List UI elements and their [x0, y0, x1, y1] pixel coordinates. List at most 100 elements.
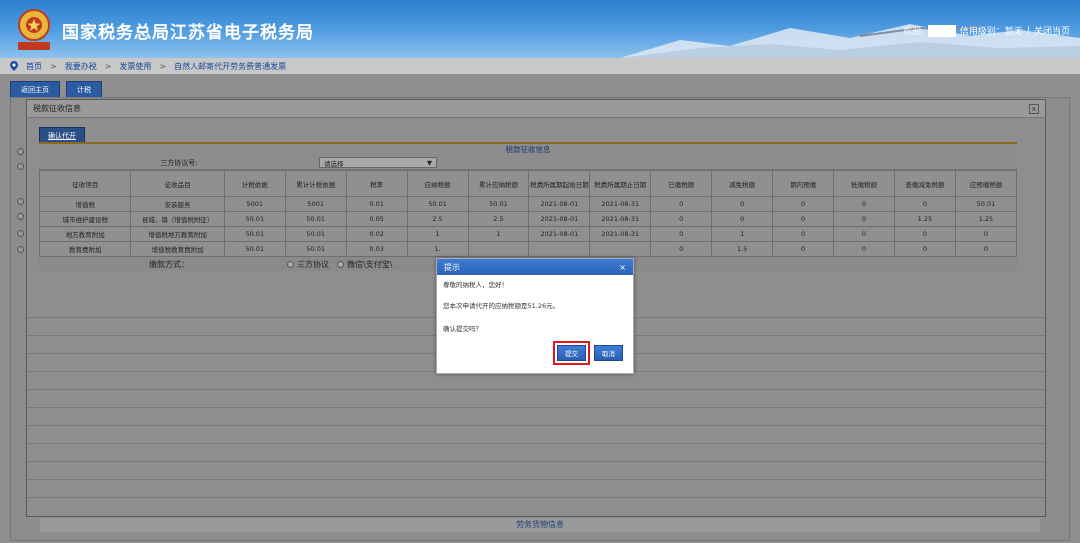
table-cell: 0 — [833, 196, 895, 212]
table-cell: 0 — [650, 241, 713, 257]
table-cell: 0 — [711, 196, 774, 212]
side-radio[interactable] — [17, 198, 24, 205]
table-cell: 5001 — [284, 196, 347, 212]
col-header: 应预缴税额 — [954, 170, 1018, 197]
table-cell: 0.02 — [345, 226, 408, 242]
table-cell: 2.5 — [406, 211, 469, 227]
table-cell: 0.01 — [345, 196, 408, 212]
table-cell: 0 — [711, 211, 774, 227]
side-radio[interactable] — [17, 213, 24, 220]
table-header-row: 征收项目 征收品目 计税依据 累计计税依据 税率 应纳税额 累计应纳税额 税费所… — [38, 170, 1018, 197]
user-bar: 欢迎, 信用级别：暂无 | 关闭当页 — [903, 24, 1070, 37]
prompt-dialog: 提示 × 尊敬的纳税人，您好！ 您本次申请代开的应纳税额是51.26元。 确认提… — [436, 258, 634, 374]
col-header: 累计计税依据 — [284, 170, 347, 197]
col-header: 已缴税额 — [650, 170, 713, 197]
side-radio[interactable] — [17, 230, 24, 237]
table-cell: 2021-08-01 — [528, 226, 591, 242]
table-cell: 50.01 — [284, 211, 347, 227]
table-cell: 1 — [406, 226, 469, 242]
table-cell: 0.03 — [345, 241, 408, 257]
table-row: 地方教育附加 增值税地方教育附加 50.01 50.01 0.02 1 1 2021-08-0… — [38, 226, 1018, 242]
col-header: 计税依据 — [223, 170, 286, 197]
col-header: 税率 — [345, 170, 408, 197]
table-cell: 50.01 — [467, 196, 530, 212]
table-cell: 0 — [772, 211, 835, 227]
close-page-link[interactable]: 关闭当页 — [1034, 24, 1070, 37]
window-close-icon[interactable]: x — [1029, 103, 1039, 114]
table-cell: 1. — [406, 241, 469, 257]
table-cell: 2021-08-01 — [528, 196, 591, 212]
table-cell: 1.25 — [954, 211, 1018, 227]
agreement-select[interactable]: 请选择 ▼ — [319, 157, 437, 168]
table-cell: 0 — [893, 241, 956, 257]
breadcrumb-invoice[interactable]: 发票使用 — [119, 61, 151, 72]
table-cell — [589, 241, 652, 257]
table-cell: 增值税教育费附加 — [130, 241, 225, 257]
table-cell: 50.01 — [223, 226, 286, 242]
table-cell: 0 — [772, 241, 835, 257]
tax-table-body: 增值税 安装服务 5001 5001 0.01 50.01 50.01 2021-08-01 2… — [38, 196, 1018, 257]
col-header: 税费所属期起始日期 — [528, 170, 591, 197]
table-cell: 0 — [954, 241, 1018, 257]
table-cell: 增值税地方教育附加 — [130, 226, 225, 242]
table-cell: 0 — [772, 226, 835, 242]
site-title: 国家税务总局江苏省电子税务局 — [62, 23, 314, 43]
window-title: 税款征收信息 — [33, 104, 81, 113]
dialog-actions: 提交 取消 — [553, 341, 623, 365]
table-cell — [528, 241, 591, 257]
table-cell: 0 — [772, 196, 835, 212]
col-header: 征收品目 — [130, 170, 225, 197]
table-cell: 50.01 — [223, 211, 286, 227]
table-row: 城市维护建设税 县城、镇（增值税附征） 50.01 50.01 0.05 2.5 2.5 20… — [38, 211, 1018, 227]
table-row: 教育费附加 增值税教育费附加 50.01 50.01 0.03 1. 0 1.5 0 0 0 0 — [38, 241, 1018, 257]
table-cell: 城市维护建设税 — [38, 211, 132, 227]
table-cell: 地方教育附加 — [38, 226, 132, 242]
username-redacted — [927, 24, 956, 37]
labor-goods-section-title: 劳务货物信息 — [40, 518, 1040, 532]
payment-option-label: 三方协议 — [297, 259, 329, 269]
credit-level: 信用级别：暂无 — [959, 27, 1023, 37]
table-cell: 0 — [954, 226, 1018, 242]
cancel-button[interactable]: 取消 — [594, 345, 623, 361]
payment-label: 缴款方式： — [149, 259, 189, 269]
table-cell: 1 — [711, 226, 774, 242]
agreement-row: 三方协议号: 请选择 ▼ — [39, 156, 1017, 170]
table-cell: 0 — [833, 211, 895, 227]
breadcrumb-home[interactable]: 首页 — [26, 61, 42, 72]
breadcrumb-separator: > — [104, 61, 112, 71]
payment-option-label: 微信\支付宝\ — [347, 259, 393, 269]
breadcrumb-current: 自然人邮寄代开劳务费普通发票 — [174, 61, 287, 71]
chevron-down-icon: ▼ — [427, 158, 432, 167]
table-cell: 2.5 — [467, 211, 530, 227]
table-row: 增值税 安装服务 5001 5001 0.01 50.01 50.01 2021-08-01 2… — [38, 196, 1018, 212]
col-header: 抵缴税额 — [833, 170, 895, 197]
submit-button[interactable]: 提交 — [557, 345, 586, 361]
payment-option-tripartite[interactable]: 三方协议 — [287, 259, 329, 270]
breadcrumb-separator: > — [159, 61, 167, 71]
table-cell: 增值税 — [38, 196, 132, 212]
table-cell: 50.01 — [954, 196, 1018, 212]
table-cell: 50.01 — [284, 226, 347, 242]
tax-table: 征收项目 征收品目 计税依据 累计计税依据 税率 应纳税额 累计应纳税额 税费所… — [38, 170, 1018, 257]
side-radio[interactable] — [17, 148, 24, 155]
table-cell: 安装服务 — [130, 196, 225, 212]
breadcrumb-separator: > — [50, 61, 57, 71]
col-header: 查缴减免税额 — [893, 170, 956, 197]
col-header: 应纳税额 — [406, 170, 469, 197]
site-header: 国家税务总局江苏省电子税务局 欢迎, 信用级别：暂无 | 关闭当页 — [0, 0, 1080, 58]
table-cell: 教育费附加 — [38, 241, 132, 257]
agreement-label: 三方协议号: — [160, 158, 198, 167]
payment-option-wechat[interactable]: 微信\支付宝\ — [337, 259, 392, 270]
table-cell: 2021-08-01 — [528, 211, 591, 227]
breadcrumb-tax[interactable]: 我要办税 — [65, 61, 97, 72]
table-cell: 0 — [650, 211, 713, 227]
table-cell: 1 — [467, 226, 530, 242]
section-title: 税款征收信息 — [39, 142, 1017, 156]
dialog-title: 提示 — [444, 262, 460, 272]
header-separator: | — [1026, 25, 1030, 36]
dialog-close-icon[interactable]: × — [619, 263, 626, 272]
side-radio[interactable] — [17, 246, 24, 253]
side-radio[interactable] — [17, 163, 24, 170]
radio-icon — [337, 260, 344, 268]
dialog-question: 确认提交吗？ — [443, 325, 482, 333]
